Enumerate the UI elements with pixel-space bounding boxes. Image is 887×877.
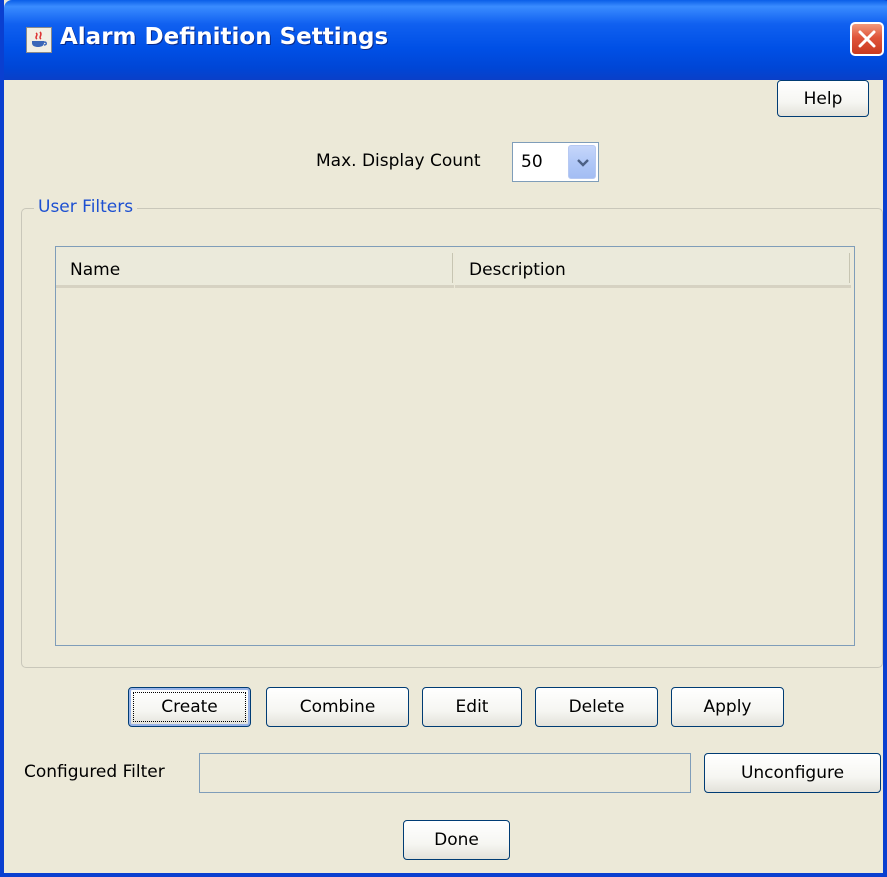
column-divider[interactable]: [849, 253, 850, 283]
column-header-description[interactable]: Description: [455, 248, 851, 288]
java-icon: [26, 27, 52, 53]
delete-button[interactable]: Delete: [535, 687, 658, 727]
window-title: Alarm Definition Settings: [60, 24, 389, 50]
done-button[interactable]: Done: [403, 820, 510, 860]
edit-button[interactable]: Edit: [422, 687, 522, 727]
max-display-count-select[interactable]: 50: [512, 142, 599, 182]
dialog-window: Alarm Definition Settings Help Max. Disp…: [0, 0, 887, 877]
help-button[interactable]: Help: [777, 80, 869, 117]
chevron-down-icon[interactable]: [568, 145, 596, 179]
combine-button[interactable]: Combine: [266, 687, 409, 727]
create-button[interactable]: Create: [128, 687, 251, 727]
column-divider[interactable]: [452, 253, 453, 283]
max-display-count-label: Max. Display Count: [316, 151, 481, 171]
user-filters-table[interactable]: Name Description: [55, 246, 855, 646]
apply-button[interactable]: Apply: [671, 687, 784, 727]
close-icon: [858, 30, 876, 48]
configured-filter-field[interactable]: [199, 753, 691, 793]
title-bar[interactable]: Alarm Definition Settings: [4, 0, 887, 80]
max-display-count-value: 50: [521, 152, 543, 172]
close-button[interactable]: [850, 22, 884, 56]
unconfigure-button[interactable]: Unconfigure: [704, 753, 881, 793]
user-filters-title: User Filters: [34, 197, 138, 217]
configured-filter-label: Configured Filter: [24, 762, 165, 782]
focus-indicator: [133, 692, 246, 722]
column-header-name[interactable]: Name: [56, 248, 454, 288]
